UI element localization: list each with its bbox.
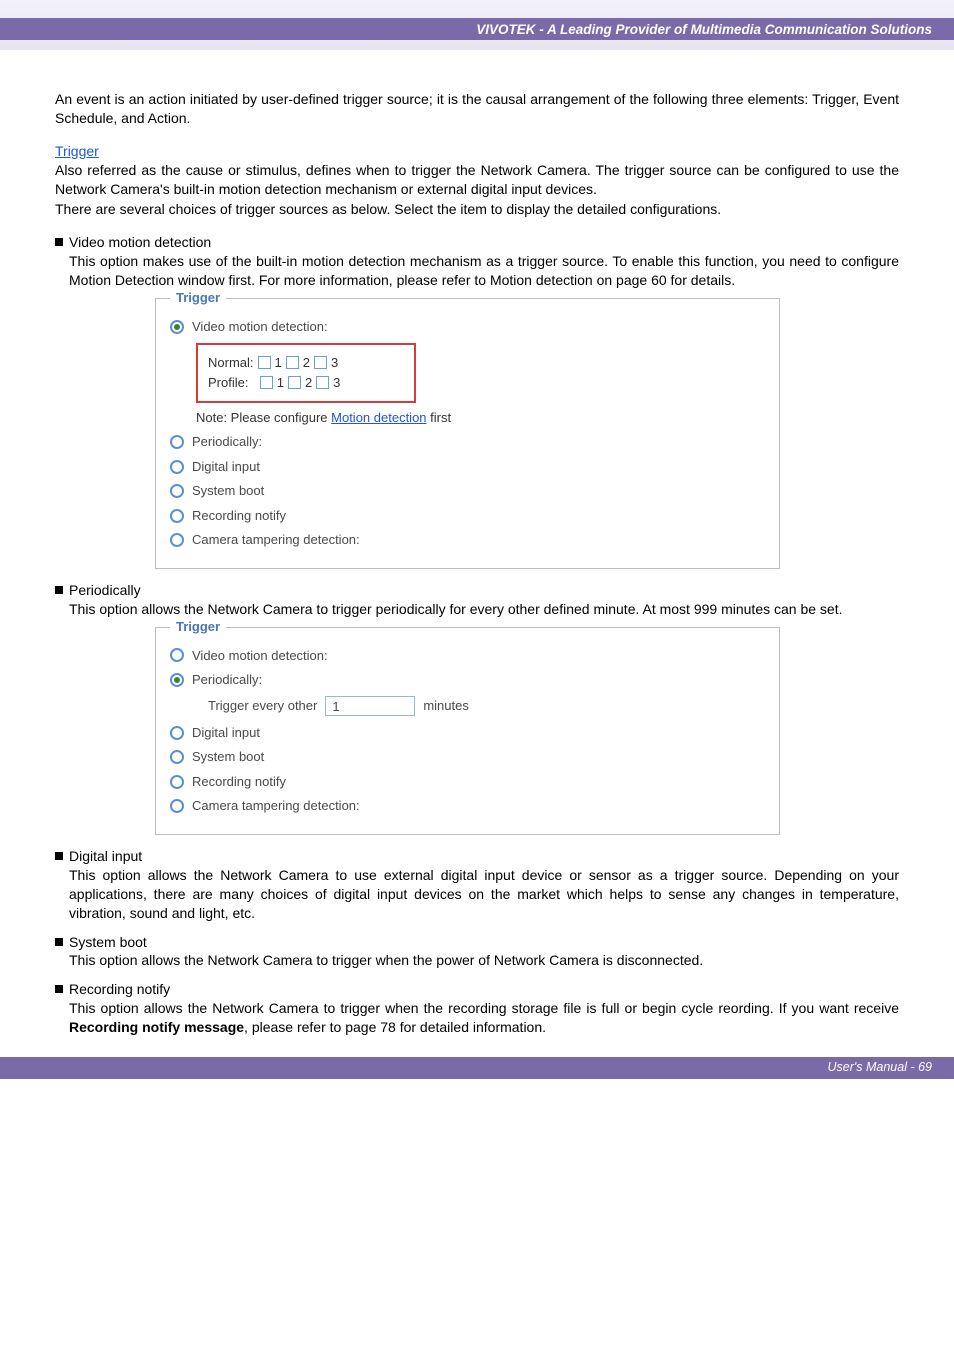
bullet-system-boot: System boot	[55, 933, 899, 952]
bullet-vmd-desc: This option makes use of the built-in mo…	[55, 252, 899, 290]
panel1-vmd-label: Video motion detection:	[192, 318, 328, 336]
radio-icon	[170, 435, 184, 449]
recnotify-post: , please refer to page 78 for detailed i…	[244, 1019, 546, 1035]
panel1-radio-digital[interactable]: Digital input	[170, 458, 765, 476]
bullet-recnotify-desc: This option allows the Network Camera to…	[55, 999, 899, 1037]
panel1-tamper-label: Camera tampering detection:	[192, 531, 360, 549]
every-unit: minutes	[423, 697, 469, 715]
bullet-periodically: Periodically	[55, 581, 899, 600]
panel2-radio-digital[interactable]: Digital input	[170, 724, 765, 742]
page-content: An event is an action initiated by user-…	[0, 50, 954, 1057]
radio-icon	[170, 509, 184, 523]
panel2-digital-label: Digital input	[192, 724, 260, 742]
panel1-radio-tamper[interactable]: Camera tampering detection:	[170, 531, 765, 549]
bullet-vmd-title: Video motion detection	[69, 233, 899, 252]
p3: 3	[333, 374, 340, 392]
radio-icon	[170, 750, 184, 764]
note-post: first	[427, 410, 452, 425]
page-footer: User's Manual - 69	[0, 1057, 954, 1079]
panel2-radio-tamper[interactable]: Camera tampering detection:	[170, 797, 765, 815]
trigger-panel-2: Trigger Video motion detection: Periodic…	[155, 627, 780, 835]
radio-icon	[170, 726, 184, 740]
bullet-video-motion: Video motion detection	[55, 233, 899, 252]
trigger-interval-row: Trigger every other 1 minutes	[208, 696, 765, 716]
bullet-icon	[55, 238, 63, 246]
panel1-digital-label: Digital input	[192, 458, 260, 476]
panel1-recnotify-label: Recording notify	[192, 507, 286, 525]
panel1-radio-recnotify[interactable]: Recording notify	[170, 507, 765, 525]
radio-checked-icon	[170, 320, 184, 334]
radio-checked-icon	[170, 673, 184, 687]
radio-icon	[170, 460, 184, 474]
checkbox-normal-2[interactable]	[286, 356, 299, 369]
intro-paragraph: An event is an action initiated by user-…	[55, 90, 899, 128]
panel1-note: Note: Please configure Motion detection …	[196, 409, 765, 427]
every-label: Trigger every other	[208, 697, 317, 715]
bullet-sysboot-title: System boot	[69, 933, 899, 952]
bullet-icon	[55, 586, 63, 594]
bullet-periodic-desc: This option allows the Network Camera to…	[55, 600, 899, 619]
panel2-sysboot-label: System boot	[192, 748, 264, 766]
profile-row: Profile: 1 2 3	[208, 374, 404, 392]
header-band: VIVOTEK - A Leading Provider of Multimed…	[0, 0, 954, 50]
profile-label: Profile:	[208, 374, 248, 392]
header-brandline: VIVOTEK - A Leading Provider of Multimed…	[476, 22, 932, 37]
recnotify-bold: Recording notify message	[69, 1019, 244, 1035]
radio-icon	[170, 775, 184, 789]
panel2-periodically-label: Periodically:	[192, 671, 262, 689]
bullet-digital-title: Digital input	[69, 847, 899, 866]
n2: 2	[303, 354, 310, 372]
bullet-digital-input: Digital input	[55, 847, 899, 866]
radio-icon	[170, 533, 184, 547]
panel2-vmd-label: Video motion detection:	[192, 647, 328, 665]
trigger-desc-2: There are several choices of trigger sou…	[55, 200, 899, 219]
bullet-digital-desc: This option allows the Network Camera to…	[55, 866, 899, 923]
p2: 2	[305, 374, 312, 392]
panel1-radio-sysboot[interactable]: System boot	[170, 482, 765, 500]
panel2-radio-recnotify[interactable]: Recording notify	[170, 773, 765, 791]
checkbox-profile-1[interactable]	[260, 376, 273, 389]
radio-icon	[170, 648, 184, 662]
bullet-periodic-title: Periodically	[69, 581, 899, 600]
bullet-sysboot-desc: This option allows the Network Camera to…	[55, 951, 899, 970]
bullet-recording-notify: Recording notify	[55, 980, 899, 999]
bullet-icon	[55, 985, 63, 993]
trigger-heading: Trigger	[55, 142, 899, 161]
n1: 1	[275, 354, 282, 372]
trigger-desc-1: Also referred as the cause or stimulus, …	[55, 161, 899, 199]
panel2-tamper-label: Camera tampering detection:	[192, 797, 360, 815]
trigger-panel-1: Trigger Video motion detection: Normal: …	[155, 298, 780, 569]
radio-icon	[170, 799, 184, 813]
radio-icon	[170, 484, 184, 498]
panel2-radio-sysboot[interactable]: System boot	[170, 748, 765, 766]
panel1-radio-periodically[interactable]: Periodically:	[170, 433, 765, 451]
note-pre: Note: Please configure	[196, 410, 331, 425]
bullet-icon	[55, 938, 63, 946]
panel2-legend: Trigger	[170, 618, 226, 636]
panel1-sysboot-label: System boot	[192, 482, 264, 500]
p1: 1	[277, 374, 284, 392]
panel1-legend: Trigger	[170, 289, 226, 307]
checkbox-normal-3[interactable]	[314, 356, 327, 369]
panel2-radio-periodically[interactable]: Periodically:	[170, 671, 765, 689]
highlight-box: Normal: 1 2 3 Profile: 1 2 3	[196, 343, 416, 403]
interval-input[interactable]: 1	[325, 696, 415, 716]
recnotify-pre: This option allows the Network Camera to…	[69, 1000, 899, 1016]
motion-detection-link[interactable]: Motion detection	[331, 410, 426, 425]
n3: 3	[331, 354, 338, 372]
normal-label: Normal:	[208, 354, 254, 372]
panel2-radio-vmd[interactable]: Video motion detection:	[170, 647, 765, 665]
bullet-recnotify-title: Recording notify	[69, 980, 899, 999]
panel2-recnotify-label: Recording notify	[192, 773, 286, 791]
normal-row: Normal: 1 2 3	[208, 354, 404, 372]
checkbox-profile-2[interactable]	[288, 376, 301, 389]
panel1-radio-vmd[interactable]: Video motion detection:	[170, 318, 765, 336]
bullet-icon	[55, 852, 63, 860]
footer-text: User's Manual - 69	[827, 1060, 932, 1074]
checkbox-profile-3[interactable]	[316, 376, 329, 389]
checkbox-normal-1[interactable]	[258, 356, 271, 369]
panel1-periodically-label: Periodically:	[192, 433, 262, 451]
